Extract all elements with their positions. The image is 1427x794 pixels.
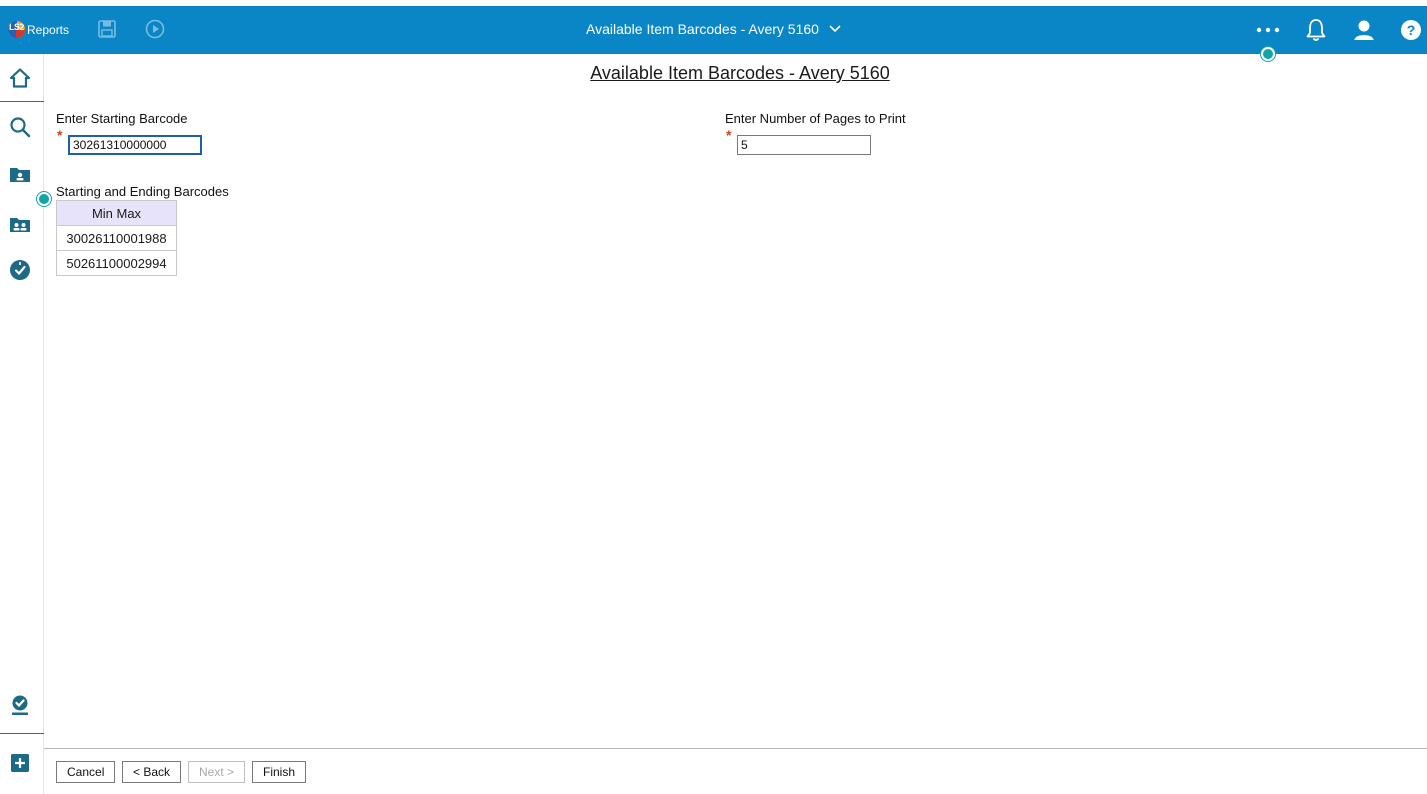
report-title: Available Item Barcodes - Avery 5160: [586, 21, 819, 37]
table-header: Min Max: [56, 200, 177, 226]
bell-icon[interactable]: [1303, 17, 1329, 43]
table-cell: 50261100002994: [56, 250, 177, 276]
starting-barcode-input[interactable]: [68, 135, 202, 155]
back-button[interactable]: < Back: [122, 761, 182, 783]
sidebar: [0, 54, 44, 794]
pages-to-print-input[interactable]: [737, 135, 871, 155]
cancel-button[interactable]: Cancel: [56, 761, 116, 783]
marker-dot: [1261, 47, 1275, 61]
table-cell: 30026110001988: [56, 225, 177, 251]
required-indicator: *: [726, 127, 732, 143]
user-icon[interactable]: [1351, 17, 1377, 43]
logo-badge-text: LS2: [8, 22, 25, 32]
checkout-icon[interactable]: [8, 258, 32, 282]
sidebar-divider: [0, 733, 44, 734]
table-row: 50261100002994: [56, 250, 177, 276]
app-logo[interactable]: LS2 Reports: [8, 21, 69, 38]
footer-divider: [44, 748, 1427, 749]
chevron-down-icon: [829, 25, 841, 33]
search-icon[interactable]: [8, 115, 32, 139]
page-title: Available Item Barcodes - Avery 5160: [590, 63, 890, 83]
patrons-icon[interactable]: [8, 212, 32, 236]
sidebar-divider: [0, 101, 44, 102]
task-check-icon[interactable]: [8, 693, 32, 717]
table-row: 30026110001988: [56, 225, 177, 251]
play-icon[interactable]: [145, 19, 165, 39]
marker-dot: [37, 192, 51, 206]
barcode-range-label: Starting and Ending Barcodes: [56, 184, 229, 199]
report-title-dropdown[interactable]: Available Item Barcodes - Avery 5160: [586, 21, 841, 37]
finish-button[interactable]: Finish: [252, 761, 307, 783]
top-bar: LS2 Reports Available Item Barcodes - Av…: [0, 6, 1427, 54]
help-icon[interactable]: ?: [1398, 17, 1424, 43]
pages-to-print-label: Enter Number of Pages to Print: [725, 111, 906, 126]
required-indicator: *: [57, 127, 63, 143]
patron-folder-icon[interactable]: [8, 162, 32, 186]
logo-text: Reports: [27, 22, 70, 37]
ls2-logo-icon: LS2: [8, 21, 25, 38]
barcode-range-table: Min Max 30026110001988 50261100002994: [56, 200, 177, 276]
next-button[interactable]: Next >: [188, 761, 246, 783]
more-icon[interactable]: [1255, 17, 1281, 43]
add-icon[interactable]: [8, 751, 32, 775]
save-icon[interactable]: [97, 19, 117, 39]
svg-text:?: ?: [1407, 22, 1416, 38]
starting-barcode-label: Enter Starting Barcode: [56, 111, 188, 126]
